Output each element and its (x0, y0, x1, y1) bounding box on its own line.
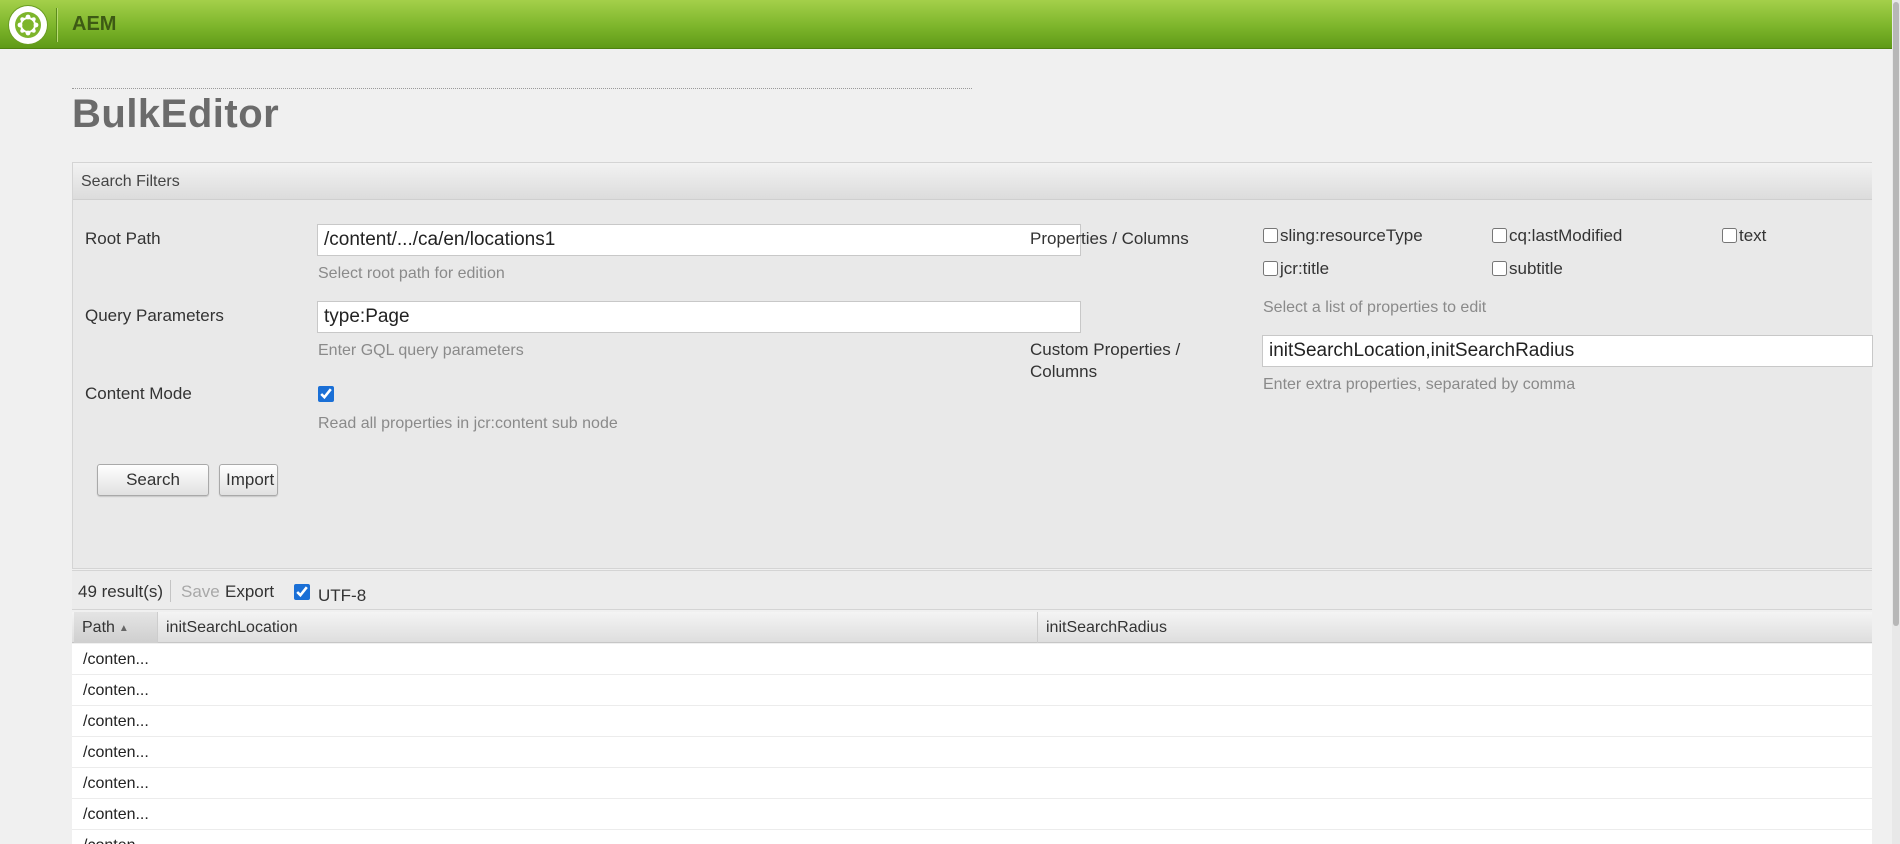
aem-logo-icon[interactable] (9, 6, 47, 44)
export-button[interactable]: Export (225, 582, 274, 602)
content-mode-checkbox[interactable] (318, 386, 334, 402)
column-header-initsearchlocation[interactable]: initSearchLocation (158, 612, 1038, 643)
table-row[interactable]: /conten... (72, 675, 1872, 706)
search-button[interactable]: Search (97, 464, 209, 496)
root-path-label: Root Path (85, 229, 161, 248)
path-cell[interactable]: /conten... (83, 737, 149, 768)
title-divider (72, 88, 972, 89)
property-option-label: sling:resourceType (1280, 226, 1423, 245)
table-row[interactable]: /conten... (72, 799, 1872, 830)
app-title[interactable]: AEM (72, 13, 116, 36)
sort-ascending-icon: ▲ (118, 623, 129, 634)
table-row[interactable]: /conten... (72, 706, 1872, 737)
root-path-help: Select root path for edition (318, 265, 505, 282)
property-checkbox[interactable] (1263, 228, 1278, 243)
query-parameters-label: Query Parameters (85, 306, 224, 325)
root-path-input[interactable] (317, 224, 1081, 256)
custom-properties-label-line2: Columns (1030, 362, 1098, 381)
table-row[interactable]: /conten... (72, 768, 1872, 799)
custom-properties-input[interactable] (1262, 335, 1873, 367)
top-bar: AEM (0, 0, 1892, 49)
property-option-cq-lastmodified[interactable]: cq:lastModified (1492, 226, 1622, 246)
save-button[interactable]: Save (181, 582, 220, 602)
content-mode-help: Read all properties in jcr:content sub n… (318, 415, 618, 432)
result-count: 49 result(s) (78, 582, 164, 601)
properties-help: Select a list of properties to edit (1263, 299, 1487, 316)
page-title: BulkEditor (72, 92, 280, 136)
vertical-scrollbar[interactable] (1892, 0, 1900, 844)
results-grid: /conten.../conten.../conten.../conten...… (72, 644, 1872, 844)
custom-properties-help: Enter extra properties, separated by com… (1263, 376, 1576, 393)
search-filters-panel: Search Filters Root Path Select root pat… (72, 162, 1873, 569)
path-cell[interactable]: /conten... (83, 675, 149, 706)
property-option-jcr-title[interactable]: jcr:title (1263, 259, 1329, 279)
toolbar-divider (170, 580, 171, 602)
property-option-text[interactable]: text (1722, 226, 1766, 246)
query-parameters-help: Enter GQL query parameters (318, 342, 524, 359)
column-header-initsearchradius[interactable]: initSearchRadius (1038, 612, 1872, 643)
path-cell[interactable]: /conten... (83, 799, 149, 830)
path-cell[interactable]: /conten... (83, 644, 149, 675)
utf8-checkbox[interactable] (294, 584, 310, 600)
path-cell[interactable]: /conten... (83, 706, 149, 737)
property-option-label: cq:lastModified (1509, 226, 1623, 245)
property-option-sling-resourcetype[interactable]: sling:resourceType (1263, 226, 1423, 246)
results-toolbar: 49 result(s) Save Export UTF-8 (72, 570, 1872, 610)
import-button[interactable]: Import (219, 464, 278, 496)
path-cell[interactable]: /conten... (83, 768, 149, 799)
table-row[interactable]: /conten... (72, 644, 1872, 675)
topbar-divider (56, 8, 57, 42)
column-header-path[interactable]: Path ▲ (74, 612, 158, 643)
properties-columns-label: Properties / Columns (1030, 229, 1189, 248)
path-cell[interactable]: /conten... (83, 830, 149, 844)
content-mode-label: Content Mode (85, 384, 192, 403)
search-filters-header: Search Filters (73, 163, 1872, 200)
table-row[interactable]: /conten... (72, 737, 1872, 768)
column-header-label: Path (82, 619, 115, 636)
property-option-label: text (1739, 226, 1767, 245)
query-parameters-input[interactable] (317, 301, 1081, 333)
property-checkbox[interactable] (1492, 261, 1507, 276)
scrollbar-thumb[interactable] (1893, 2, 1899, 626)
property-checkbox[interactable] (1722, 228, 1737, 243)
property-option-label: subtitle (1509, 259, 1563, 278)
utf8-label: UTF-8 (318, 586, 367, 605)
custom-properties-label-line1: Custom Properties / (1030, 340, 1181, 359)
table-row[interactable]: /conten... (72, 830, 1872, 844)
property-option-subtitle[interactable]: subtitle (1492, 259, 1563, 279)
property-checkbox[interactable] (1263, 261, 1278, 276)
property-checkbox[interactable] (1492, 228, 1507, 243)
property-option-label: jcr:title (1280, 259, 1330, 278)
results-grid-header: Path ▲ initSearchLocation initSearchRadiu… (72, 612, 1872, 643)
